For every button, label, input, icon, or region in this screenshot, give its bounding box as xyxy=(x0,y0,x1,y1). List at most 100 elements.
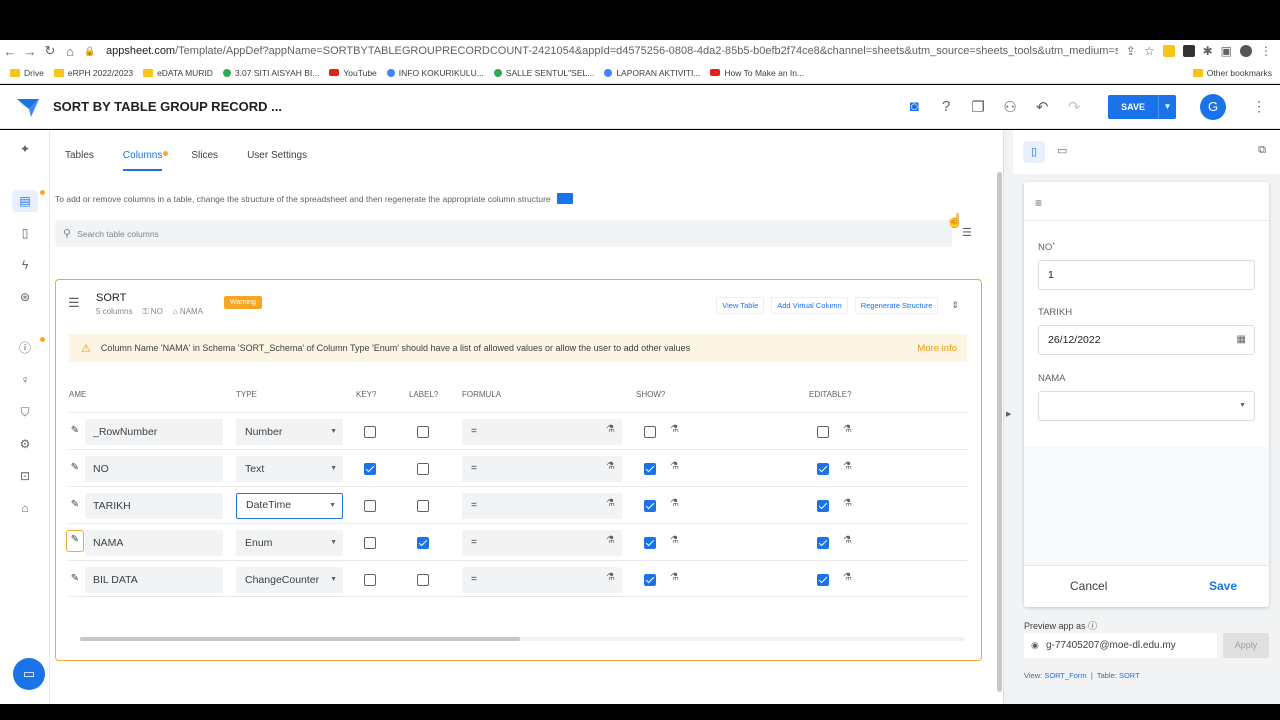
label-checkbox[interactable] xyxy=(417,537,429,549)
column-name-field[interactable]: NAMA xyxy=(85,530,223,556)
formula-flask-icon[interactable]: ⚗ xyxy=(606,424,615,435)
key-checkbox[interactable] xyxy=(364,426,376,438)
horizontal-scrollbar[interactable] xyxy=(80,637,520,641)
bookmark-item[interactable]: INFO KOKURIKULU... xyxy=(386,68,484,78)
editable-checkbox[interactable] xyxy=(817,463,829,475)
formula-field[interactable]: = xyxy=(462,530,622,556)
open-external-icon[interactable]: ⧉ xyxy=(1258,144,1266,157)
share-icon[interactable]: ⇪ xyxy=(1126,44,1136,58)
editable-checkbox[interactable] xyxy=(817,426,829,438)
chat-icon[interactable]: ▭ xyxy=(13,658,45,690)
home-icon[interactable]: ⌂ xyxy=(60,44,80,59)
show-checkbox[interactable] xyxy=(644,574,656,586)
bookmark-item[interactable]: LAPORAN AKTIVITI... xyxy=(604,68,700,78)
add-virtual-column-button[interactable]: Add Virtual Column xyxy=(771,297,848,314)
no-input[interactable]: 1 xyxy=(1038,260,1255,290)
panel-divider[interactable]: ▶ xyxy=(1003,130,1013,704)
bookmark-item[interactable]: eRPH 2022/2023 xyxy=(53,68,133,78)
show-flask-icon[interactable]: ⚗ xyxy=(670,461,679,472)
profile-icon[interactable] xyxy=(1240,45,1252,57)
column-name-field[interactable]: NO xyxy=(85,456,223,482)
sort-icon[interactable]: ≡ xyxy=(1035,196,1042,210)
edit-pencil-icon[interactable]: ✎ xyxy=(69,573,81,584)
tarikh-input[interactable]: 26/12/2022 ▦ xyxy=(1038,325,1255,355)
editable-flask-icon[interactable]: ⚗ xyxy=(843,424,852,435)
label-checkbox[interactable] xyxy=(417,574,429,586)
label-checkbox[interactable] xyxy=(417,463,429,475)
label-checkbox[interactable] xyxy=(417,500,429,512)
learn-icon[interactable]: ⌂ xyxy=(12,497,38,519)
more-info-link[interactable]: More info xyxy=(917,343,957,354)
avatar[interactable]: G xyxy=(1200,93,1226,120)
data-icon[interactable]: ▤ xyxy=(12,190,38,212)
edit-pencil-icon[interactable]: ✎ xyxy=(69,425,81,436)
vertical-scrollbar[interactable] xyxy=(997,172,1002,692)
view-link[interactable]: SORT_Form xyxy=(1044,671,1086,680)
redo-icon[interactable]: ↷ xyxy=(1064,98,1084,116)
undo-icon[interactable]: ↶ xyxy=(1032,98,1052,116)
preview-user-input[interactable]: ◉ g-77405207@moe-dl.edu.my xyxy=(1024,633,1217,658)
column-type-select[interactable]: DateTime ▼ xyxy=(236,493,343,519)
bookmark-item[interactable]: eDATA MURID xyxy=(143,68,213,78)
help-icon[interactable]: ? xyxy=(936,98,956,115)
monitor-icon[interactable]: ⊡ xyxy=(12,465,38,487)
qr-icon[interactable] xyxy=(1182,45,1195,57)
info-icon[interactable]: ⓘ xyxy=(1088,621,1097,631)
bookmark-item[interactable]: 3.07 SITI AISYAH BI... xyxy=(222,68,319,78)
extension-icon[interactable] xyxy=(1162,45,1175,57)
copy-icon[interactable]: ❐ xyxy=(968,98,988,116)
star-icon[interactable]: ☆ xyxy=(1144,44,1155,58)
show-flask-icon[interactable]: ⚗ xyxy=(670,424,679,435)
show-checkbox[interactable] xyxy=(644,500,656,512)
apply-button[interactable]: Apply xyxy=(1223,633,1269,658)
menu-icon[interactable]: ⋮ xyxy=(1260,44,1272,58)
automation-icon[interactable]: ϟ xyxy=(12,254,38,276)
tab-user-settings[interactable]: User Settings xyxy=(247,150,307,171)
show-flask-icon[interactable]: ⚗ xyxy=(670,535,679,546)
collapse-list-icon[interactable]: ☰ xyxy=(962,226,972,239)
editable-flask-icon[interactable]: ⚗ xyxy=(843,572,852,583)
forward-icon[interactable]: → xyxy=(20,44,40,59)
column-type-select[interactable]: Enum ▼ xyxy=(236,530,343,556)
formula-field[interactable]: = xyxy=(462,419,622,445)
reload-icon[interactable]: ↻ xyxy=(40,43,60,59)
calendar-icon[interactable]: ▦ xyxy=(1237,326,1246,354)
bookmark-item[interactable]: SALLE SENTUL"SEL... xyxy=(493,68,594,78)
mobile-preview-icon[interactable]: ▯ xyxy=(1023,141,1045,163)
share-user-icon[interactable]: ⚇ xyxy=(1000,98,1020,116)
editable-flask-icon[interactable]: ⚗ xyxy=(843,461,852,472)
formula-field[interactable]: = xyxy=(462,567,622,593)
cancel-button[interactable]: Cancel xyxy=(1070,579,1107,593)
column-name-field[interactable]: _RowNumber xyxy=(85,419,223,445)
show-checkbox[interactable] xyxy=(644,537,656,549)
save-dropdown-icon[interactable]: ▼ xyxy=(1158,94,1176,119)
bot-icon[interactable]: ⊛ xyxy=(12,286,38,308)
tab-columns[interactable]: Columns xyxy=(122,150,169,171)
sidepanel-icon[interactable]: ▣ xyxy=(1221,44,1232,58)
formula-field[interactable]: = xyxy=(462,456,622,482)
formula-field[interactable]: = xyxy=(462,493,622,519)
puzzle-icon[interactable]: ✱ xyxy=(1203,44,1213,58)
security-icon[interactable]: ⛉ xyxy=(12,401,38,423)
expand-collapse-icon[interactable]: ⇕ xyxy=(951,300,959,311)
column-name-field[interactable]: TARIKH xyxy=(85,493,223,519)
tablet-preview-icon[interactable]: ▭ xyxy=(1057,144,1067,157)
regenerate-structure-button[interactable]: Regenerate Structure xyxy=(854,297,939,314)
editable-flask-icon[interactable]: ⚗ xyxy=(843,498,852,509)
view-table-button[interactable]: View Table xyxy=(716,297,765,314)
edit-pencil-icon[interactable]: ✎ xyxy=(69,462,81,473)
tab-slices[interactable]: Slices xyxy=(191,150,218,171)
show-flask-icon[interactable]: ⚗ xyxy=(670,498,679,509)
editable-checkbox[interactable] xyxy=(817,537,829,549)
address-bar[interactable]: appsheet.com/Template/AppDef?appName=SOR… xyxy=(106,45,1118,57)
info-icon[interactable]: ⓘ xyxy=(12,337,38,359)
edit-pencil-icon[interactable]: ✎ xyxy=(69,499,81,510)
edit-pencil-icon[interactable]: ✎ xyxy=(66,530,84,552)
settings-icon[interactable]: ⚙ xyxy=(12,433,38,455)
tab-tables[interactable]: Tables xyxy=(65,150,94,171)
key-checkbox[interactable] xyxy=(364,537,376,549)
column-type-select[interactable]: Number ▼ xyxy=(236,419,343,445)
bookmark-item[interactable]: Drive xyxy=(10,68,44,78)
formula-flask-icon[interactable]: ⚗ xyxy=(606,498,615,509)
expand-arrow-icon[interactable]: ▶ xyxy=(1006,410,1011,418)
